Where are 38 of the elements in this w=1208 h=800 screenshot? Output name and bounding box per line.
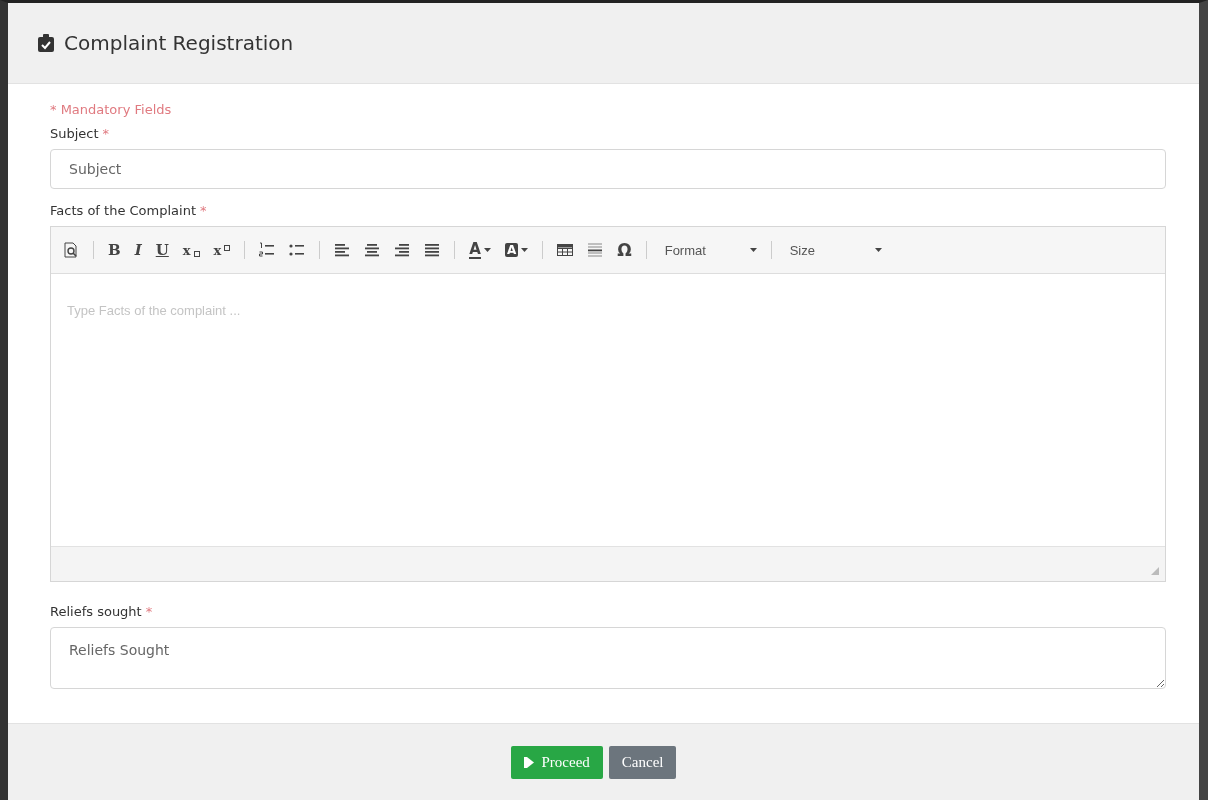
resize-handle-icon: [1151, 567, 1159, 575]
align-left-icon[interactable]: [334, 242, 351, 258]
superscript-button[interactable]: x: [213, 242, 231, 258]
underline-button[interactable]: U: [155, 241, 169, 259]
reliefs-field[interactable]: Reliefs Sought: [50, 627, 1166, 689]
align-center-icon[interactable]: [364, 242, 381, 258]
dialog-title: Complaint Registration: [64, 31, 294, 55]
subscript-button[interactable]: x: [182, 242, 200, 258]
text-color-button[interactable]: A: [469, 241, 491, 259]
clipboard-check-icon: [38, 34, 54, 52]
editor-dropdown[interactable]: Size: [785, 242, 882, 258]
mandatory-note: * Mandatory Fields: [50, 102, 173, 117]
required-mark: *: [145, 604, 153, 619]
caret-icon: [749, 248, 757, 252]
rich-text-editor[interactable]: B I U x x A A Ω Format Size Type Facts of the complaint ...: [50, 226, 1166, 582]
horizontal-line-icon[interactable]: [587, 242, 604, 258]
skip-icon: [523, 756, 534, 768]
bullet-list-icon[interactable]: [289, 242, 306, 258]
cancel-button[interactable]: Cancel: [608, 745, 677, 779]
table-icon[interactable]: [557, 242, 574, 258]
bold-button[interactable]: B: [108, 241, 121, 259]
caret-icon: [483, 248, 491, 252]
numbered-list-icon[interactable]: [259, 242, 276, 258]
caret-icon: [874, 248, 882, 252]
align-right-icon[interactable]: [394, 242, 411, 258]
field-label: Facts of the Complaint: [50, 203, 196, 218]
field-label: Reliefs sought: [50, 604, 142, 619]
special-character-button[interactable]: Ω: [617, 240, 632, 260]
caret-icon: [521, 248, 529, 252]
justify-icon[interactable]: [424, 242, 441, 258]
required-mark: *: [102, 126, 110, 141]
editor-dropdown[interactable]: Format: [660, 242, 757, 258]
editor-placeholder: Type Facts of the complaint ...: [67, 303, 241, 318]
italic-button[interactable]: I: [134, 241, 142, 259]
preview-icon[interactable]: [63, 242, 79, 258]
subject-field[interactable]: Subject: [50, 149, 1166, 189]
required-mark: *: [200, 203, 207, 218]
field-label: Subject: [50, 126, 99, 141]
